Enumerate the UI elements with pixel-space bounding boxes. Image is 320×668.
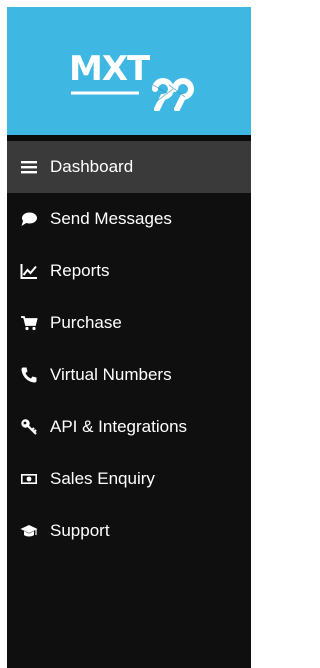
sidebar-item-label: Send Messages — [50, 209, 172, 228]
cart-icon — [18, 312, 40, 334]
graduation-cap-icon — [18, 520, 40, 542]
sidebar-item-reports[interactable]: Reports — [7, 245, 251, 297]
sidebar-item-dashboard[interactable]: Dashboard — [7, 141, 251, 193]
sidebar-item-label: API & Integrations — [50, 417, 188, 436]
line-chart-icon — [18, 260, 40, 282]
sidebar-item-label: Sales Enquiry — [50, 469, 155, 488]
money-icon — [18, 468, 40, 490]
sidebar-item-api-integrations[interactable]: API & Integrations — [7, 401, 251, 453]
sidebar-menu: Dashboard Send Messages Reports Purchase — [7, 141, 251, 557]
sidebar-item-label: Virtual Numbers — [50, 365, 172, 384]
sidebar: MXT Dashboard Send Messages Reports Purc… — [7, 7, 251, 668]
logo-header: MXT — [7, 7, 251, 135]
phone-icon — [18, 364, 40, 386]
key-icon — [18, 416, 40, 438]
sidebar-item-virtual-numbers[interactable]: Virtual Numbers — [7, 349, 251, 401]
sidebar-item-label: Support — [50, 521, 110, 540]
chat-bubble-icon — [18, 208, 40, 230]
sidebar-item-label: Dashboard — [50, 157, 134, 176]
logo-swoosh-icon — [71, 78, 194, 111]
brand-logo[interactable]: MXT — [69, 49, 199, 111]
sidebar-item-support[interactable]: Support — [7, 505, 251, 557]
sidebar-item-label: Purchase — [50, 313, 122, 332]
sidebar-item-sales-enquiry[interactable]: Sales Enquiry — [7, 453, 251, 505]
sidebar-item-purchase[interactable]: Purchase — [7, 297, 251, 349]
sidebar-item-send-messages[interactable]: Send Messages — [7, 193, 251, 245]
sidebar-item-label: Reports — [50, 261, 110, 280]
menu-bars-icon — [18, 156, 40, 178]
